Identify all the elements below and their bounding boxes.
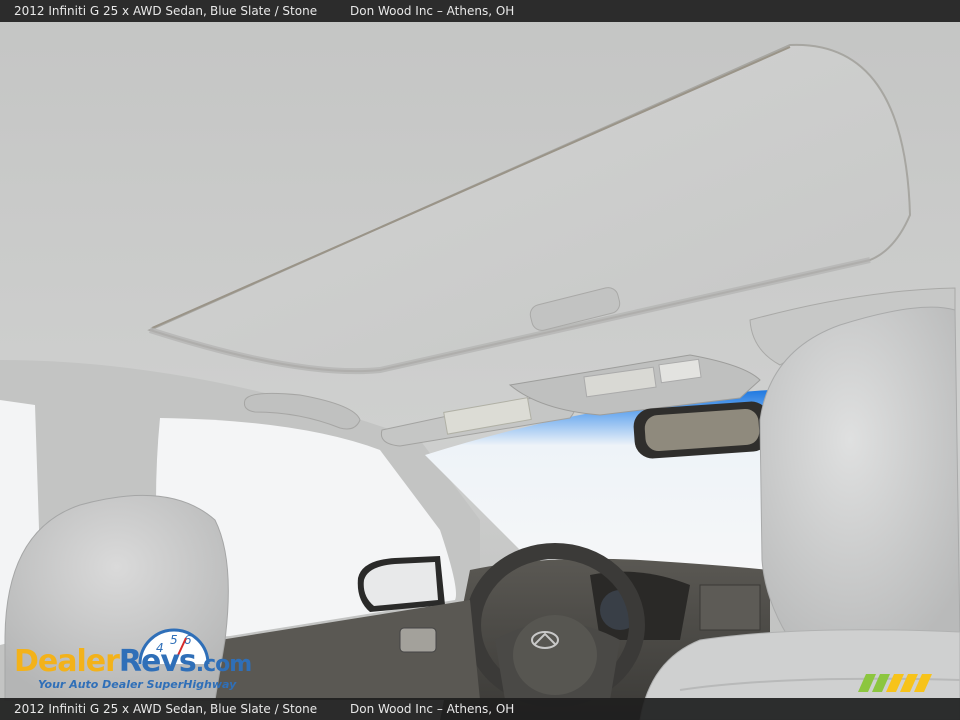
dealerrevs-tagline: Your Auto Dealer SuperHighway xyxy=(38,678,237,691)
dealerrevs-watermark: 4 5 6 DealerRevs.com Your Auto Dealer Su… xyxy=(12,626,264,696)
right-headrest xyxy=(759,306,960,641)
photo-frame: 2012 Infiniti G 25 x AWD Sedan, Blue Sla… xyxy=(0,0,960,720)
caption-vehicle: 2012 Infiniti G 25 x AWD Sedan, xyxy=(14,702,207,716)
caption-colors: Blue Slate / Stone xyxy=(210,702,318,716)
door-handle xyxy=(399,627,437,653)
caption-bar-top: 2012 Infiniti G 25 x AWD Sedan, Blue Sla… xyxy=(0,0,960,22)
brand-part-2: Revs xyxy=(118,644,197,679)
brand-suffix: .com xyxy=(195,652,252,677)
mm-stripes-logo-icon xyxy=(858,674,932,692)
caption-bar-bottom: 2012 Infiniti G 25 x AWD Sedan, Blue Sla… xyxy=(0,698,960,720)
brand-part-1: Dealer xyxy=(14,644,120,679)
car-interior-photo xyxy=(0,0,960,720)
caption-colors: Blue Slate / Stone xyxy=(210,4,318,18)
dealerrevs-brand: DealerRevs.com xyxy=(14,644,252,679)
caption-vehicle: 2012 Infiniti G 25 x AWD Sedan, xyxy=(14,4,207,18)
caption-dealer: Don Wood Inc – Athens, OH xyxy=(350,4,515,18)
caption-dealer: Don Wood Inc – Athens, OH xyxy=(350,702,515,716)
